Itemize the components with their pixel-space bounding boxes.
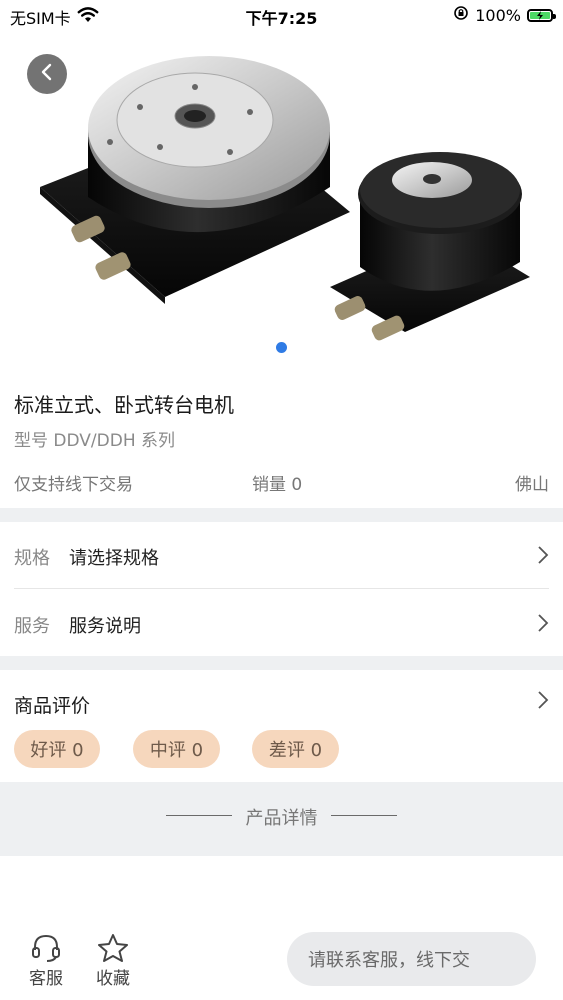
product-model: 型号 DDV/DDH 系列 (14, 431, 176, 451)
favorite-label: 收藏 (96, 969, 130, 989)
product-image-carousel[interactable] (0, 32, 563, 370)
spec-value: 请选择规格 (69, 548, 159, 569)
chevron-right-icon[interactable] (537, 690, 549, 714)
carousel-indicator (276, 342, 287, 353)
spec-row[interactable]: 规格 请选择规格 (14, 525, 549, 585)
headset-icon (18, 932, 74, 964)
orientation-lock-icon (453, 5, 469, 25)
spec-label: 规格 (14, 548, 50, 569)
sales-count: 销量 0 (252, 475, 303, 495)
back-icon (38, 63, 56, 85)
review-tag-good[interactable]: 好评 0 (14, 730, 100, 768)
chevron-right-icon (537, 613, 549, 638)
status-bar: 无SIM卡 下午7:25 100% (0, 0, 563, 32)
location: 佛山 (515, 475, 549, 495)
battery-percent: 100% (475, 5, 521, 25)
customer-service-button[interactable]: 客服 (18, 932, 74, 989)
contact-offline-button[interactable]: 请联系客服，线下交 (287, 932, 536, 986)
chevron-right-icon (537, 545, 549, 570)
service-row[interactable]: 服务 服务说明 (14, 593, 549, 653)
star-icon (85, 932, 141, 964)
service-label: 服务 (14, 616, 50, 637)
product-title: 标准立式、卧式转台电机 (14, 393, 234, 417)
detail-title: 产品详情 (245, 808, 318, 829)
review-tag-bad[interactable]: 差评 0 (252, 730, 339, 768)
section-separator (0, 656, 563, 670)
customer-service-label: 客服 (29, 969, 63, 989)
favorite-button[interactable]: 收藏 (85, 932, 141, 989)
trade-note: 仅支持线下交易 (14, 475, 133, 495)
charging-icon (530, 10, 550, 20)
review-tag-neutral[interactable]: 中评 0 (133, 730, 220, 768)
battery-icon (527, 8, 556, 22)
back-button[interactable] (27, 54, 67, 94)
service-value: 服务说明 (69, 616, 141, 637)
divider (14, 588, 549, 589)
reviews-title[interactable]: 商品评价 (14, 691, 90, 718)
product-image (40, 56, 530, 341)
section-separator (0, 508, 563, 522)
